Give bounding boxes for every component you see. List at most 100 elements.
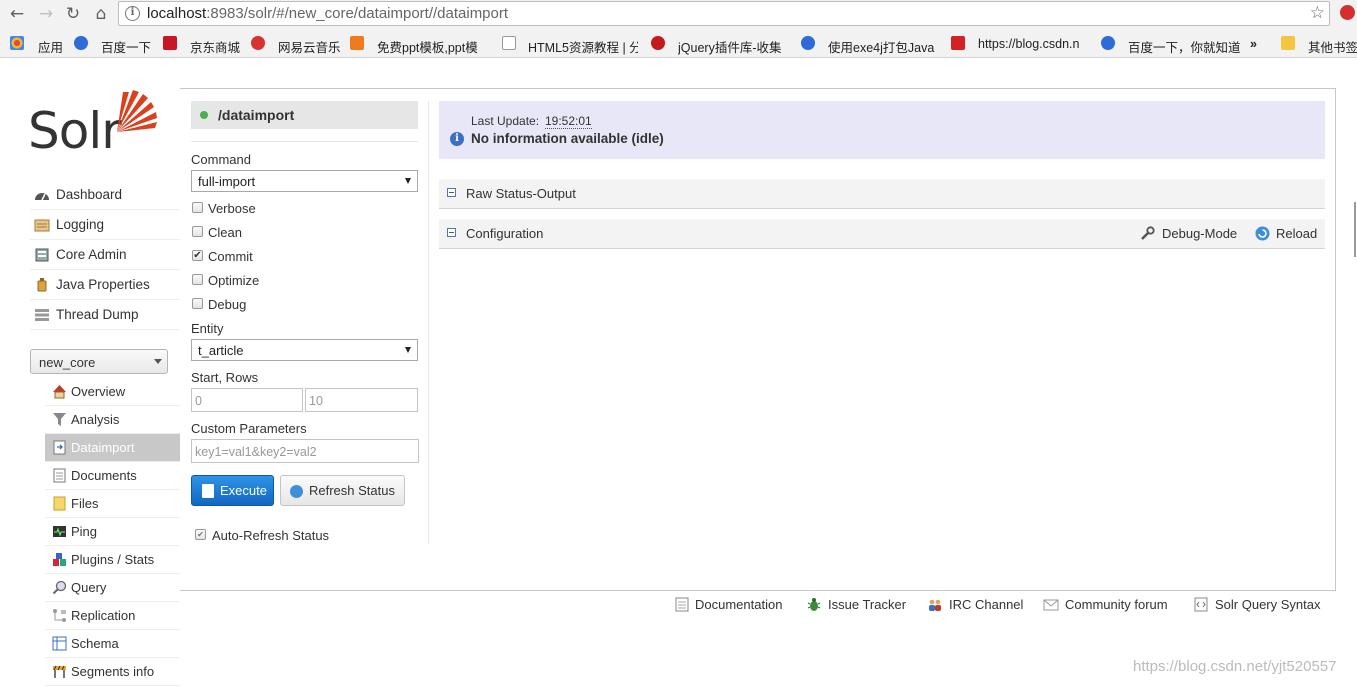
rows-value: 10 bbox=[309, 394, 323, 408]
divider bbox=[191, 141, 418, 142]
core-menu-schema[interactable]: Schema bbox=[45, 630, 180, 658]
core-menu-segments-info[interactable]: Segments info bbox=[45, 658, 180, 686]
jquery-icon bbox=[651, 36, 665, 50]
execute-button[interactable]: Execute bbox=[191, 475, 274, 506]
command-select[interactable]: full-import bbox=[191, 170, 418, 192]
baidu-paw-icon bbox=[74, 36, 88, 50]
replication-icon bbox=[53, 609, 66, 622]
execute-label: Execute bbox=[220, 483, 267, 498]
handler-name: /dataimport bbox=[218, 107, 295, 123]
section-title: Raw Status-Output bbox=[466, 186, 576, 201]
scrollbar[interactable] bbox=[1354, 202, 1356, 257]
home-icon[interactable]: ⌂ bbox=[91, 4, 111, 24]
core-menu-documents[interactable]: Documents bbox=[45, 462, 180, 490]
core-selector[interactable]: new_core bbox=[30, 349, 168, 374]
optimize-checkbox[interactable] bbox=[192, 274, 203, 285]
collapse-icon[interactable] bbox=[447, 228, 456, 237]
reload-icon[interactable]: ↻ bbox=[63, 4, 83, 24]
custom-params-value: key1=val1&key2=val2 bbox=[195, 445, 317, 459]
chevron-down-icon bbox=[405, 178, 411, 184]
sidebar-item-dashboard[interactable]: Dashboard bbox=[30, 180, 180, 210]
bookmark-other[interactable]: 其他书签 bbox=[1308, 37, 1357, 56]
schema-icon bbox=[52, 636, 67, 651]
debug-mode-button[interactable]: Debug-Mode bbox=[1162, 226, 1237, 241]
core-menu-replication[interactable]: Replication bbox=[45, 602, 180, 630]
dataimport-icon bbox=[53, 440, 66, 455]
option-label: Verbose bbox=[208, 201, 256, 216]
core-menu-plugins-stats[interactable]: Plugins / Stats bbox=[45, 546, 180, 574]
bookmark-html5[interactable]: HTML5资源教程 | 分 bbox=[528, 37, 638, 56]
rows-input[interactable]: 10 bbox=[305, 388, 418, 412]
mail-icon bbox=[1043, 599, 1059, 611]
solr-logo[interactable]: Solr bbox=[28, 88, 168, 160]
footer-label: IRC Channel bbox=[949, 597, 1024, 612]
core-menu-analysis[interactable]: Analysis bbox=[45, 406, 180, 434]
start-input[interactable]: 0 bbox=[191, 388, 303, 412]
bookmark-csdn[interactable]: https://blog.csdn.n bbox=[978, 37, 1088, 51]
status-message: No information available (idle) bbox=[471, 131, 664, 146]
configuration-section[interactable]: Configuration Debug-Mode Reload bbox=[439, 219, 1325, 249]
core-menu-files[interactable]: Files bbox=[45, 490, 180, 518]
sidebar-item-logging[interactable]: Logging bbox=[30, 210, 180, 240]
funnel-icon bbox=[53, 413, 66, 426]
main-menu: Dashboard Logging Core Admin Java Proper… bbox=[30, 180, 180, 330]
folder-icon bbox=[53, 496, 66, 511]
clean-checkbox[interactable] bbox=[192, 226, 203, 237]
footer-label: Issue Tracker bbox=[828, 597, 907, 612]
bookmark-netease[interactable]: 网易云音乐 bbox=[278, 37, 341, 56]
sidebar-item-core-admin[interactable]: Core Admin bbox=[30, 240, 180, 270]
core-menu-dataimport[interactable]: Dataimport bbox=[45, 434, 180, 462]
sidebar-item-label: Core Admin bbox=[56, 247, 127, 262]
entity-label: Entity bbox=[191, 321, 224, 336]
raw-status-section[interactable]: Raw Status-Output bbox=[439, 179, 1325, 209]
address-bar[interactable]: i localhost:8983/solr/#/new_core/dataimp… bbox=[118, 1, 1330, 26]
bookmark-star-icon[interactable]: ☆ bbox=[1310, 3, 1325, 23]
custom-params-input[interactable]: key1=val1&key2=val2 bbox=[191, 439, 419, 463]
bookmark-baidu-2[interactable]: 百度一下，你就知道 bbox=[1128, 37, 1241, 56]
core-menu-label: Ping bbox=[71, 524, 98, 539]
entity-select[interactable]: t_article bbox=[191, 339, 418, 361]
auto-refresh-checkbox[interactable]: ✔ bbox=[195, 529, 206, 540]
house-icon bbox=[53, 385, 66, 399]
core-menu-ping[interactable]: Ping bbox=[45, 518, 180, 546]
entity-value: t_article bbox=[198, 343, 244, 358]
execute-icon bbox=[202, 484, 214, 498]
option-label: Clean bbox=[208, 225, 242, 240]
debug-checkbox[interactable] bbox=[192, 298, 203, 309]
apps-grid-icon bbox=[10, 36, 24, 50]
collapse-icon[interactable] bbox=[447, 188, 456, 197]
solr-sun-icon bbox=[117, 90, 157, 132]
core-menu-label: Replication bbox=[71, 608, 136, 623]
netease-music-icon bbox=[251, 36, 265, 50]
reload-button[interactable]: Reload bbox=[1276, 226, 1317, 241]
commit-checkbox[interactable]: ✔ bbox=[192, 250, 203, 261]
extension-icon[interactable] bbox=[1340, 5, 1355, 20]
sidebar-item-java-properties[interactable]: Java Properties bbox=[30, 270, 180, 300]
page-icon bbox=[502, 36, 516, 50]
bookmark-apps[interactable]: 应用 bbox=[38, 37, 63, 56]
watermark: https://blog.csdn.net/yjt520557 bbox=[1133, 658, 1337, 675]
handler-header[interactable]: /dataimport bbox=[191, 101, 418, 129]
core-menu-query[interactable]: Query bbox=[45, 574, 180, 602]
verbose-checkbox[interactable] bbox=[192, 202, 203, 213]
sidebar-item-thread-dump[interactable]: Thread Dump bbox=[30, 300, 180, 330]
more-bookmarks-chevron[interactable]: » bbox=[1250, 37, 1257, 51]
site-info-icon[interactable]: i bbox=[125, 6, 140, 21]
people-icon bbox=[929, 599, 941, 611]
refresh-label: Refresh Status bbox=[309, 483, 395, 498]
chevron-down-icon bbox=[154, 359, 162, 364]
footer-label: Community forum bbox=[1065, 597, 1168, 612]
bookmark-baidu[interactable]: 百度一下 bbox=[101, 37, 151, 56]
segments-icon bbox=[53, 665, 66, 678]
back-arrow-icon[interactable]: ← bbox=[7, 4, 27, 24]
dashboard-icon bbox=[35, 193, 49, 201]
bookmark-exe4j[interactable]: 使用exe4j打包Java bbox=[828, 37, 938, 56]
refresh-status-button[interactable]: Refresh Status bbox=[280, 475, 405, 506]
bookmark-jquery[interactable]: jQuery插件库-收集 bbox=[678, 37, 788, 56]
bookmark-ppt[interactable]: 免费ppt模板,ppt模 bbox=[377, 37, 489, 56]
documents-icon bbox=[53, 468, 66, 483]
core-menu-overview[interactable]: Overview bbox=[45, 378, 180, 406]
logging-icon bbox=[34, 219, 50, 232]
forward-arrow-icon[interactable]: → bbox=[36, 4, 56, 24]
bookmark-jd[interactable]: 京东商城 bbox=[190, 37, 240, 56]
